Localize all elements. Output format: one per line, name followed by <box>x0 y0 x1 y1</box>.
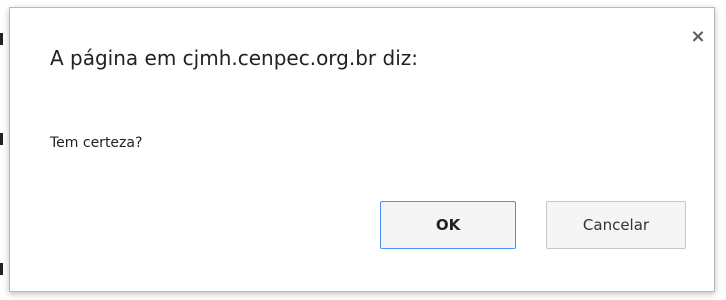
dialog-title: A página em cjmh.cenpec.org.br diz: <box>50 46 418 70</box>
ok-button[interactable]: OK <box>380 201 516 249</box>
background-edge-mark <box>0 133 3 145</box>
cancel-button[interactable]: Cancelar <box>546 201 686 249</box>
cancel-button-label: Cancelar <box>582 216 650 234</box>
alert-dialog: A página em cjmh.cenpec.org.br diz: × Te… <box>9 7 715 292</box>
ok-button-label: OK <box>435 216 461 234</box>
background-edge-mark <box>0 263 3 275</box>
background-edge-mark <box>0 33 3 45</box>
dialog-message: Tem certeza? <box>50 135 143 151</box>
close-icon[interactable]: × <box>686 26 710 50</box>
